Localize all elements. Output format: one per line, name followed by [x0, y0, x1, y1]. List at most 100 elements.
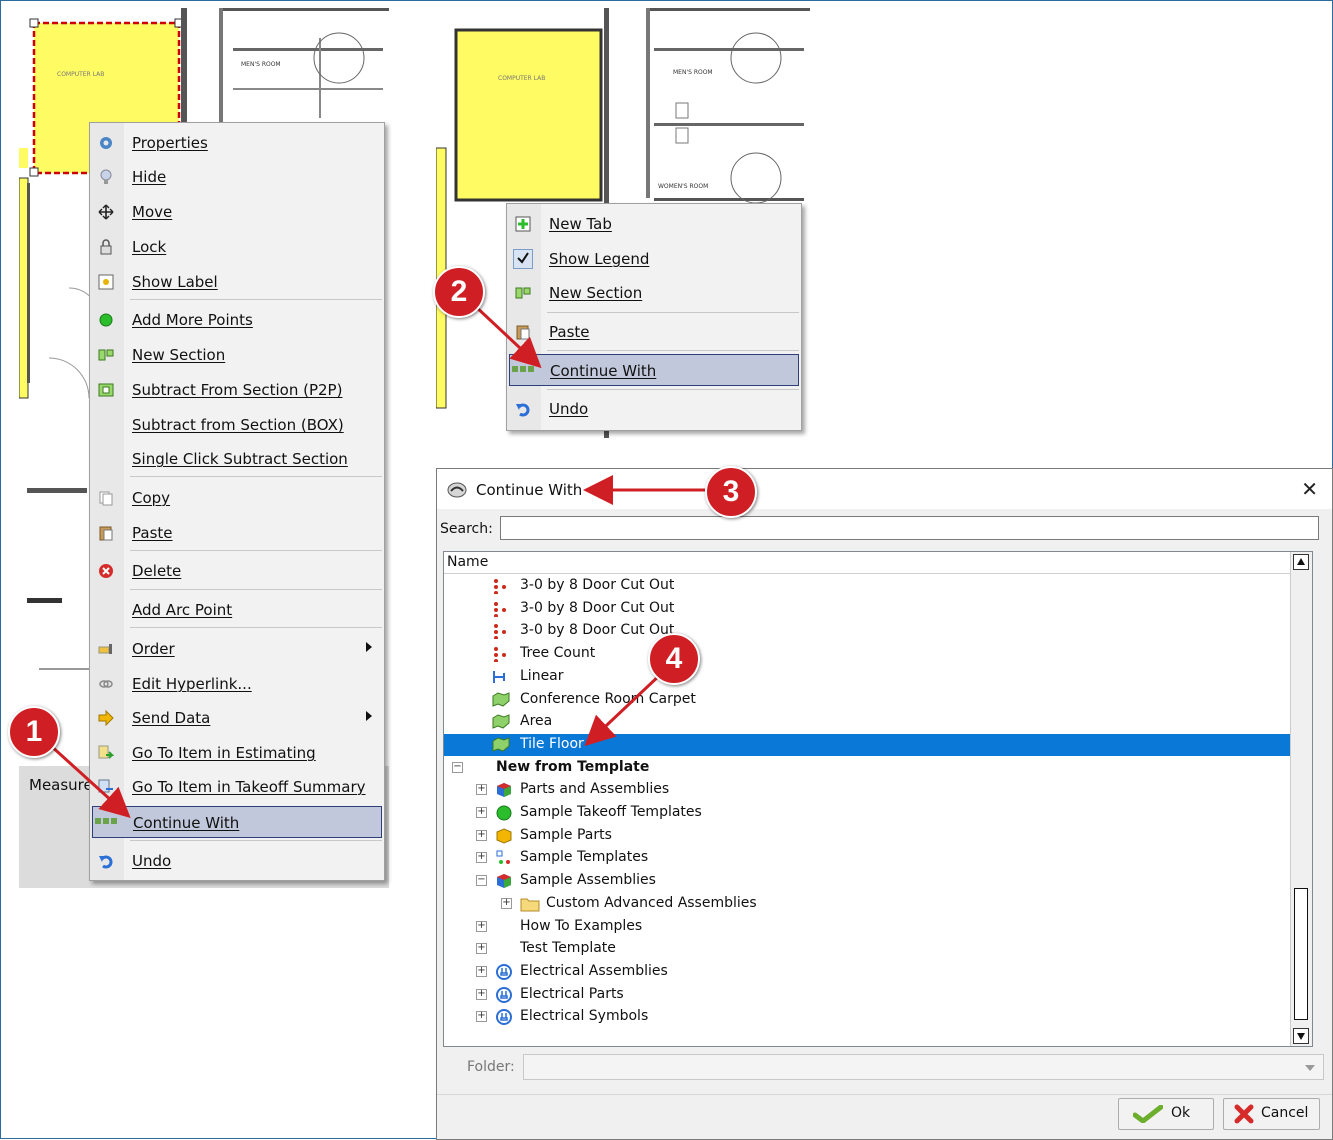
folder-icon — [520, 896, 540, 912]
menu-item-2[interactable]: Move — [92, 196, 382, 228]
tree-row[interactable]: + Electrical Assemblies — [444, 961, 1292, 983]
right-menu-item-5[interactable]: Undo — [509, 393, 799, 425]
label-icon — [98, 274, 114, 290]
scroll-up-button[interactable] — [1293, 554, 1309, 570]
expand-toggle[interactable]: + — [501, 897, 512, 909]
tree-row-selected[interactable]: Tile Floor — [444, 733, 1292, 756]
menu-item-9[interactable]: Single Click Subtract Section — [92, 443, 382, 475]
close-icon[interactable]: ✕ — [1301, 477, 1318, 501]
tree-row[interactable]: − New from Template — [444, 757, 1292, 779]
menu-item-0[interactable]: Properties — [92, 127, 382, 159]
right-menu-item-1[interactable]: Show Legend — [509, 243, 799, 275]
tree-row[interactable]: + Sample Templates — [444, 847, 1292, 869]
menu-item-4[interactable]: Show Label — [92, 266, 382, 298]
tree-row-label: Electrical Parts — [520, 985, 624, 1002]
expand-toggle[interactable]: + — [476, 920, 487, 932]
submenu-arrow-icon — [366, 642, 372, 652]
menu-item-14[interactable]: Order — [92, 633, 382, 665]
right-context-menu: New Tab Show Legend New Section Paste Contin… — [506, 203, 802, 431]
menu-item-7[interactable]: Subtract From Section (P2P) — [92, 374, 382, 406]
menu-item-11[interactable]: Paste — [92, 517, 382, 549]
tree-row[interactable]: + Electrical Symbols — [444, 1006, 1292, 1028]
electrical-icon — [496, 986, 512, 1003]
tree-row[interactable]: + Electrical Parts — [444, 984, 1292, 1006]
expand-toggle[interactable]: + — [476, 965, 487, 977]
scroll-down-button[interactable] — [1293, 1028, 1309, 1044]
dialog-titlebar: Continue With ✕ — [437, 469, 1332, 509]
tree-row-label: Electrical Symbols — [520, 1008, 649, 1025]
expand-toggle[interactable]: + — [476, 829, 487, 841]
linear-icon — [492, 669, 508, 685]
new-section-icon — [98, 347, 114, 363]
menu-item-label: Show Label — [132, 273, 218, 291]
green-dot-icon — [496, 805, 512, 821]
copy-icon — [98, 490, 114, 506]
folder-label: Folder: — [467, 1059, 515, 1075]
tree-row[interactable]: Conference Room Carpet — [444, 689, 1292, 711]
expand-toggle[interactable]: + — [476, 943, 487, 955]
menu-item-5[interactable]: Add More Points — [92, 304, 382, 336]
menu-item-15[interactable]: Edit Hyperlink... — [92, 668, 382, 700]
menu-item-16[interactable]: Send Data — [92, 702, 382, 734]
tree-row[interactable]: 3-0 by 8 Door Cut Out — [444, 620, 1292, 642]
room-label-computer-lab: COMPUTER LAB — [57, 71, 104, 78]
menu-item-label: Subtract from Section (BOX) — [132, 416, 344, 434]
tree-row[interactable]: Tree Count — [444, 643, 1292, 665]
menu-item-20[interactable]: Undo — [92, 845, 382, 877]
red-dots-icon — [492, 578, 508, 595]
yellow-cube-icon — [496, 828, 512, 844]
expand-toggle[interactable]: + — [476, 784, 487, 796]
tree-row-label: Tile Floor — [520, 735, 584, 752]
tree-row[interactable]: + Custom Advanced Assemblies — [444, 893, 1292, 915]
submenu-arrow-icon — [366, 711, 372, 721]
measure-tab[interactable]: Measure — [29, 776, 93, 794]
menu-item-10[interactable]: Copy — [92, 482, 382, 514]
menu-item-13[interactable]: Add Arc Point — [92, 594, 382, 626]
new-section-icon — [515, 285, 531, 301]
menu-item-label: Add More Points — [132, 311, 253, 329]
menu-item-17[interactable]: Go To Item in Estimating — [92, 737, 382, 769]
expand-toggle[interactable]: + — [476, 1011, 487, 1023]
tree-scrollbar[interactable] — [1290, 552, 1312, 1046]
gear-icon — [98, 135, 114, 151]
expand-toggle[interactable]: + — [476, 807, 487, 818]
area-icon — [492, 714, 510, 730]
tree-row[interactable]: + Sample Parts — [444, 825, 1292, 847]
tree-row[interactable]: + Test Template — [444, 938, 1292, 960]
menu-item-label: Order — [132, 640, 175, 658]
ok-button[interactable]: Ok — [1118, 1098, 1214, 1130]
menu-item-1[interactable]: Hide — [92, 161, 382, 193]
cancel-button[interactable]: Cancel — [1223, 1098, 1320, 1130]
right-menu-item-3[interactable]: Paste — [509, 316, 799, 348]
right-menu-item-4[interactable]: Continue With — [509, 354, 799, 386]
tree-row[interactable]: Linear — [444, 666, 1292, 688]
menu-item-18[interactable]: Go To Item in Takeoff Summary — [92, 771, 382, 803]
folder-select[interactable] — [523, 1054, 1324, 1080]
menu-item-3[interactable]: Lock — [92, 231, 382, 263]
menu-item-12[interactable]: Delete — [92, 555, 382, 587]
expand-toggle[interactable]: − — [452, 761, 463, 773]
tree-row[interactable]: + Sample Takeoff Templates — [444, 802, 1292, 824]
tree-row[interactable]: + Parts and Assemblies — [444, 779, 1292, 801]
right-menu-item-2[interactable]: New Section — [509, 277, 799, 309]
menu-item-6[interactable]: New Section — [92, 339, 382, 371]
menu-item-label: Show Legend — [549, 250, 650, 268]
tree-row[interactable]: + How To Examples — [444, 916, 1292, 938]
expand-toggle[interactable]: + — [476, 852, 487, 864]
tree-row[interactable]: 3-0 by 8 Door Cut Out — [444, 575, 1292, 597]
expand-toggle[interactable]: − — [476, 875, 487, 887]
expand-toggle[interactable]: + — [476, 988, 487, 1000]
search-input[interactable] — [500, 516, 1319, 540]
menu-separator — [547, 312, 799, 313]
menu-item-19[interactable]: Continue With — [92, 806, 382, 838]
tree-row[interactable]: 3-0 by 8 Door Cut Out — [444, 598, 1292, 620]
menu-item-8[interactable]: Subtract from Section (BOX) — [92, 409, 382, 441]
tree-row[interactable]: − Sample Assemblies — [444, 870, 1292, 892]
tree-row[interactable]: Area — [444, 711, 1292, 733]
right-menu-item-0[interactable]: New Tab — [509, 208, 799, 240]
red-dots-icon — [492, 646, 508, 664]
menu-item-label: Go To Item in Estimating — [132, 744, 316, 762]
padlock-icon — [98, 239, 114, 255]
scroll-thumb[interactable] — [1294, 888, 1308, 1020]
tree-row-label: Electrical Assemblies — [520, 962, 668, 979]
